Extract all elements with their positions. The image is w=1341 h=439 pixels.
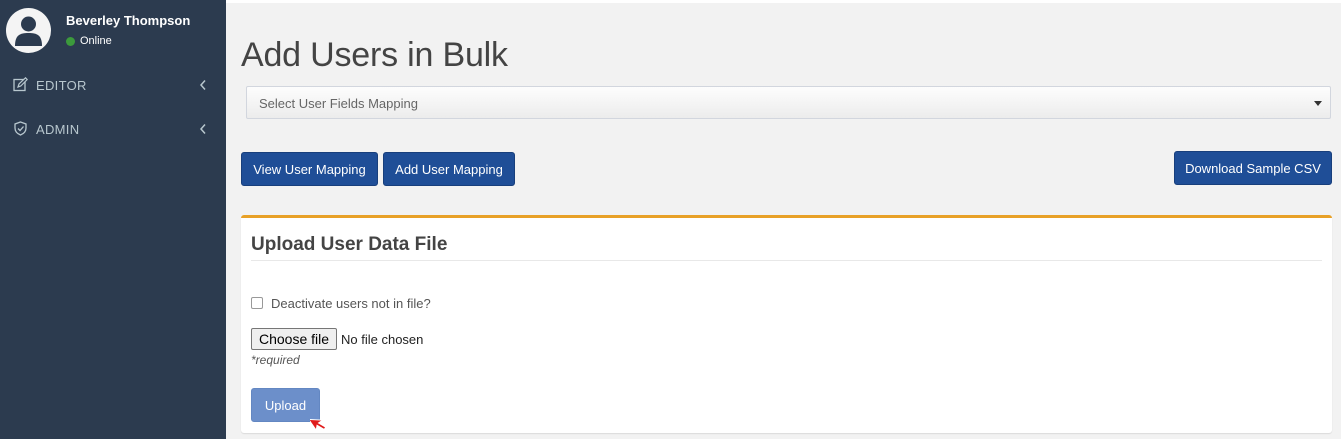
sidebar-item-label: ADMIN — [36, 122, 80, 137]
main-content: Add Users in Bulk Select User Fields Map… — [226, 0, 1341, 439]
deactivate-users-checkbox[interactable] — [251, 297, 263, 309]
chevron-left-icon — [199, 124, 206, 134]
download-sample-csv-button[interactable]: Download Sample CSV — [1174, 151, 1332, 185]
upload-user-data-box: Upload User Data File Deactivate users n… — [241, 215, 1332, 433]
sidebar: Beverley Thompson Online EDITOR ADMIN — [0, 0, 226, 439]
chevron-left-icon — [199, 80, 206, 90]
mouse-pointer-icon — [310, 418, 327, 432]
edit-icon — [13, 77, 28, 92]
user-status: Online — [66, 35, 112, 47]
page-title: Add Users in Bulk — [241, 36, 508, 74]
divider — [251, 260, 1322, 261]
caret-down-icon — [1314, 101, 1322, 106]
file-status-text: No file chosen — [341, 332, 424, 347]
shield-icon — [14, 121, 27, 136]
user-panel: Beverley Thompson Online — [0, 0, 226, 60]
add-user-mapping-button[interactable]: Add User Mapping — [383, 152, 515, 186]
view-user-mapping-button[interactable]: View User Mapping — [241, 152, 378, 186]
sidebar-item-admin[interactable]: ADMIN — [0, 113, 226, 145]
user-name: Beverley Thompson — [66, 13, 191, 28]
user-avatar-icon — [6, 8, 51, 53]
choose-file-button[interactable]: Choose file — [251, 328, 337, 350]
deactivate-users-label[interactable]: Deactivate users not in file? — [271, 296, 431, 311]
sidebar-item-label: EDITOR — [36, 78, 87, 93]
status-dot-icon — [66, 36, 75, 46]
box-title: Upload User Data File — [251, 234, 448, 255]
select-placeholder: Select User Fields Mapping — [259, 96, 418, 111]
sidebar-item-editor[interactable]: EDITOR — [0, 69, 226, 101]
user-status-text: Online — [80, 35, 112, 47]
top-strip — [226, 0, 1341, 3]
required-note: *required — [251, 353, 300, 367]
user-fields-mapping-select[interactable]: Select User Fields Mapping — [246, 86, 1331, 119]
